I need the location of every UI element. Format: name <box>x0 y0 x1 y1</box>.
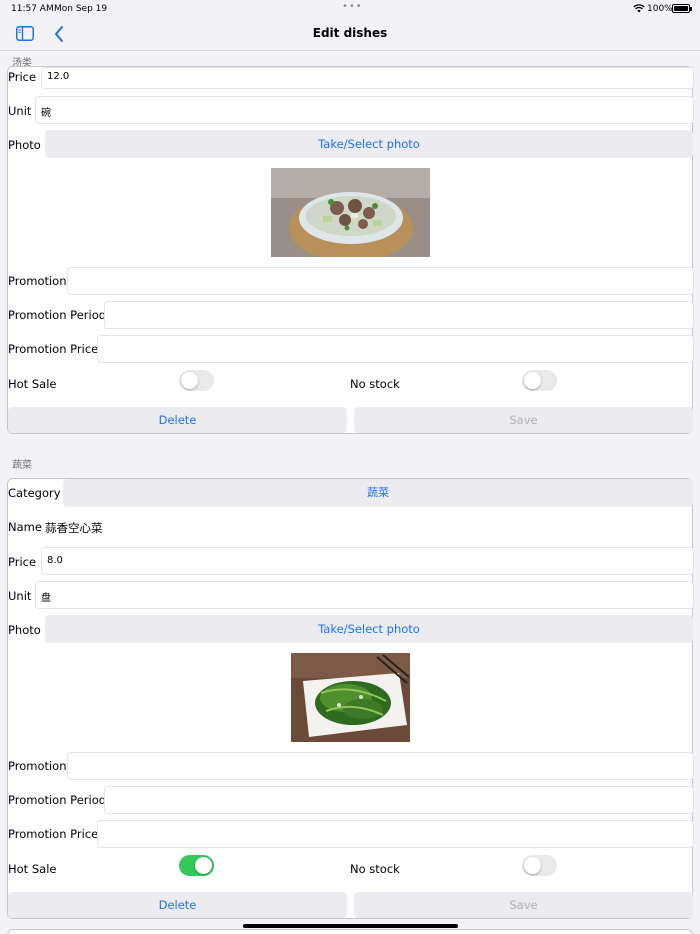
multitasking-dots[interactable]: ••• <box>342 1 363 12</box>
photo-label: Photo <box>8 138 41 152</box>
promotion-label: Promotion <box>8 759 67 773</box>
dish-card: Category 蔬菜 Name 蒜香空心菜 Price 8.0 Unit 盘 … <box>7 478 694 919</box>
dish-card: Price 12.0 Unit 碗 Photo Take/Select phot… <box>7 66 694 434</box>
promotion-price-label: Promotion Price <box>8 342 99 356</box>
no-stock-label: No stock <box>350 377 400 391</box>
save-button[interactable]: Save <box>354 892 693 918</box>
unit-field[interactable]: 碗 <box>35 96 694 124</box>
status-date: Mon Sep 19 <box>54 4 108 14</box>
wifi-icon <box>633 4 645 13</box>
promotion-field[interactable] <box>67 267 694 295</box>
name-label: Name <box>8 520 42 534</box>
promotion-price-field[interactable] <box>97 820 694 848</box>
save-button[interactable]: Save <box>354 407 693 433</box>
category-selector[interactable]: 蔬菜 <box>63 479 693 507</box>
hot-sale-toggle[interactable] <box>179 370 214 391</box>
delete-button[interactable]: Delete <box>8 407 347 433</box>
price-field[interactable]: 8.0 <box>41 547 694 575</box>
status-bar: 11:57 AM Mon Sep 19 ••• 100% <box>0 0 700 18</box>
battery-percent: 100% <box>647 4 673 14</box>
promotion-period-field[interactable] <box>104 786 694 814</box>
promotion-price-label: Promotion Price <box>8 827 99 841</box>
price-label: Price <box>8 70 37 84</box>
dish-name[interactable]: 蒜香空心菜 <box>45 520 103 536</box>
navigation-bar: Edit dishes <box>0 18 700 51</box>
unit-label: Unit <box>8 589 32 603</box>
take-select-photo-button[interactable]: Take/Select photo <box>45 130 693 158</box>
price-label: Price <box>8 555 37 569</box>
promotion-label: Promotion <box>8 274 67 288</box>
promotion-field[interactable] <box>67 752 694 780</box>
delete-button[interactable]: Delete <box>8 892 347 918</box>
unit-field[interactable]: 盘 <box>35 581 694 609</box>
hot-sale-label: Hot Sale <box>8 377 57 391</box>
next-dish-card-edge <box>7 929 693 934</box>
dish-photo-vegetable <box>291 653 410 742</box>
hot-sale-toggle[interactable] <box>179 855 214 876</box>
home-indicator[interactable] <box>243 924 458 928</box>
category-label: Category <box>8 486 61 500</box>
page-title: Edit dishes <box>312 26 388 40</box>
take-select-photo-button[interactable]: Take/Select photo <box>45 615 693 643</box>
promotion-period-label: Promotion Period <box>8 793 107 807</box>
dish-photo-soup <box>271 168 430 257</box>
section-header-vegetable: 蔬菜 <box>12 460 32 471</box>
price-field[interactable]: 12.0 <box>41 67 694 89</box>
promotion-price-field[interactable] <box>97 335 694 363</box>
no-stock-label: No stock <box>350 862 400 876</box>
status-time: 11:57 AM <box>11 4 54 14</box>
photo-label: Photo <box>8 623 41 637</box>
no-stock-toggle[interactable] <box>522 855 557 876</box>
hot-sale-label: Hot Sale <box>8 862 57 876</box>
battery-icon <box>672 4 692 13</box>
promotion-period-label: Promotion Period <box>8 308 107 322</box>
unit-label: Unit <box>8 104 32 118</box>
promotion-period-field[interactable] <box>104 301 694 329</box>
no-stock-toggle[interactable] <box>522 370 557 391</box>
